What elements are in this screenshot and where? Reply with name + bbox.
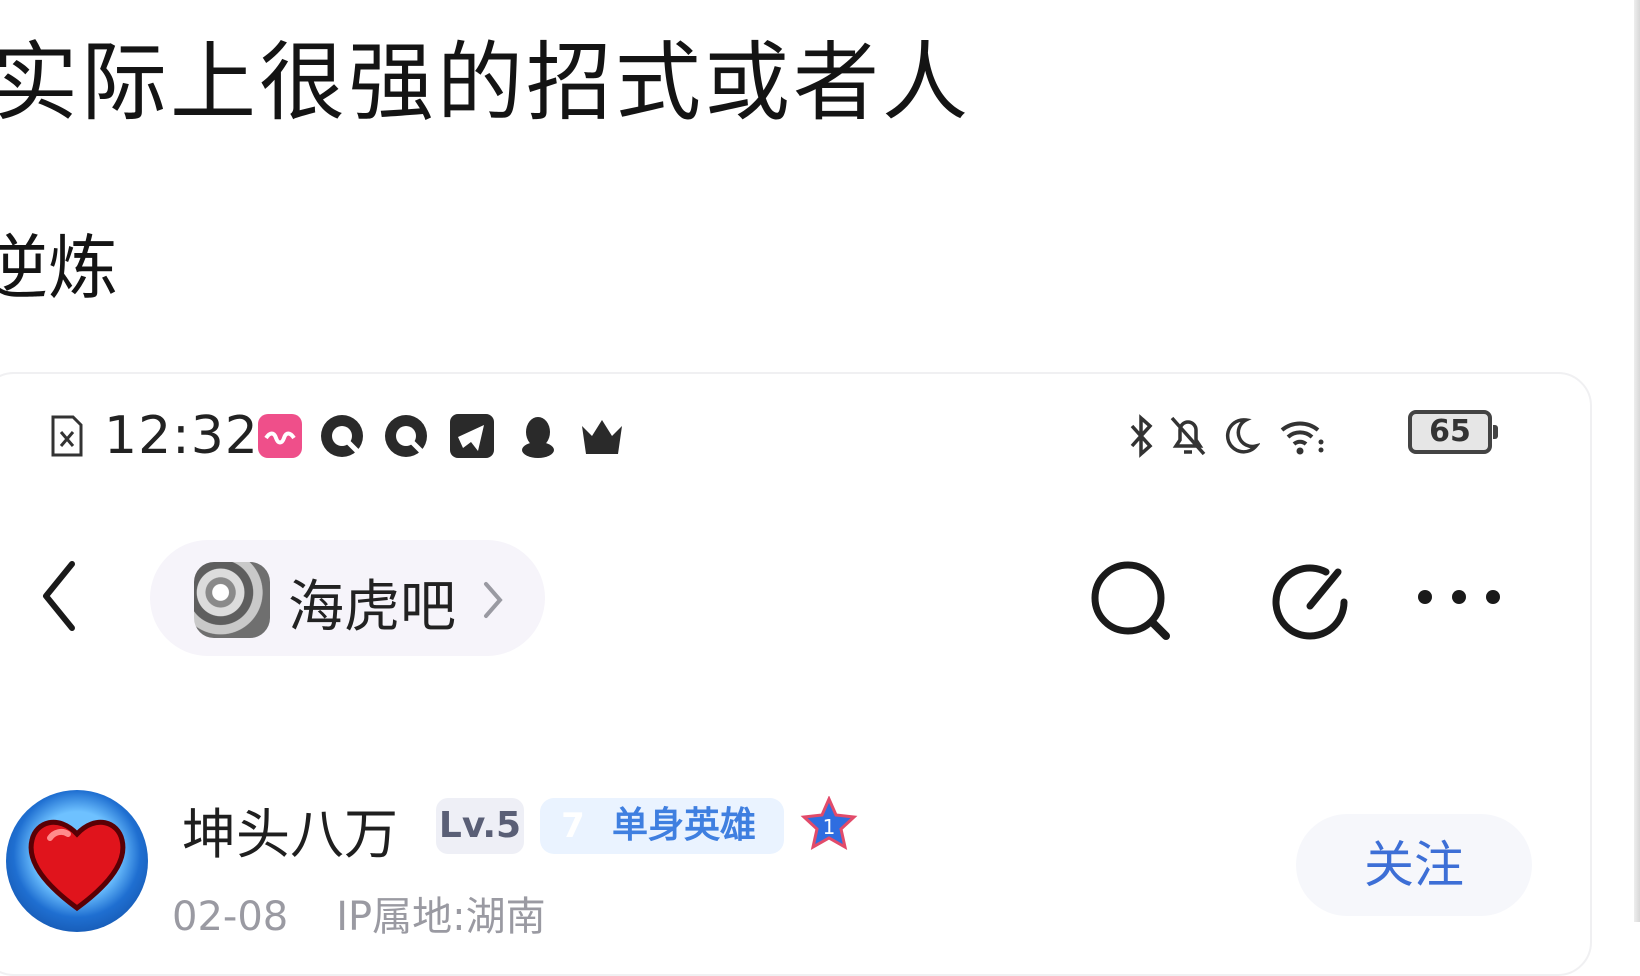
app-pink-icon [256, 412, 304, 460]
more-icon[interactable] [1416, 582, 1502, 616]
svg-text:1: 1 [823, 815, 836, 839]
crown-icon [578, 412, 626, 460]
post-meta: 02-08 IP属地:湖南 [172, 884, 546, 942]
ip-location: IP属地:湖南 [336, 894, 546, 940]
quark-icon [382, 412, 430, 460]
title-text: 单身英雄 [612, 805, 757, 846]
telegram-icon [448, 412, 496, 460]
star-badge-icon: 1 [800, 795, 858, 854]
title-rank: 7 [544, 800, 602, 852]
moon-icon [1220, 412, 1261, 460]
scrollbar[interactable] [1634, 0, 1640, 922]
avatar[interactable] [6, 790, 148, 932]
qq-icon [514, 412, 562, 460]
author-name[interactable]: 坤头八万 [182, 790, 398, 869]
forum-avatar [194, 562, 270, 638]
file-x-icon [50, 414, 84, 458]
chevron-right-icon [480, 576, 506, 624]
level-badge: Lv.5 [436, 798, 524, 854]
forum-link[interactable]: 海虎吧 [150, 540, 545, 656]
title-badge: 7 单身英雄 [540, 798, 784, 854]
post-body: 逆炼 [0, 227, 118, 309]
post-date: 02-08 [172, 894, 289, 940]
share-icon[interactable] [1266, 554, 1354, 654]
search-icon[interactable] [1084, 554, 1180, 654]
forum-name: 海虎吧 [288, 575, 456, 640]
bluetooth-icon [1126, 412, 1156, 460]
status-time: 12:32 [104, 406, 259, 466]
status-bar: 12:32 65 [0, 398, 1560, 478]
wifi-icon [1278, 412, 1326, 460]
battery-icon: 65 [1408, 410, 1498, 454]
post-title: 实际上很强的招式或者人 [0, 33, 971, 133]
quark-icon [318, 412, 366, 460]
back-icon[interactable] [38, 556, 84, 636]
bell-off-icon [1168, 412, 1208, 460]
follow-button[interactable]: 关注 [1296, 814, 1532, 916]
